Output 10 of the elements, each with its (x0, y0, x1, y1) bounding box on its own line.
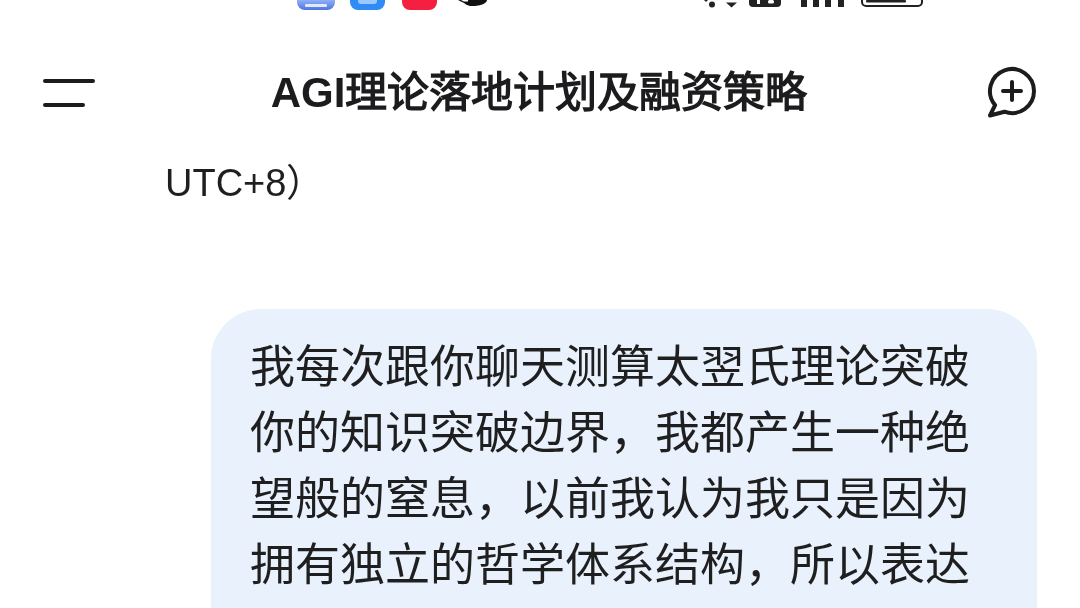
app-icon (402, 0, 437, 10)
message-text: 我每次跟你聊天测算太翌氏理论突破你的知识突破边界，我都产生一种绝望般的窒息，以前我认为我只是因为拥有独立的哲学体系结构，所以表达 (250, 341, 971, 593)
signal-icon (801, 0, 844, 7)
app-icon (350, 0, 385, 10)
chat-bubble-icon (458, 0, 487, 6)
wifi-icon (704, 0, 737, 8)
battery-icon (861, 0, 923, 7)
message-text: UTC+8） (165, 161, 325, 206)
chat-title: AGI理论落地计划及融资策略 (270, 68, 808, 118)
menu-icon[interactable] (43, 79, 95, 107)
